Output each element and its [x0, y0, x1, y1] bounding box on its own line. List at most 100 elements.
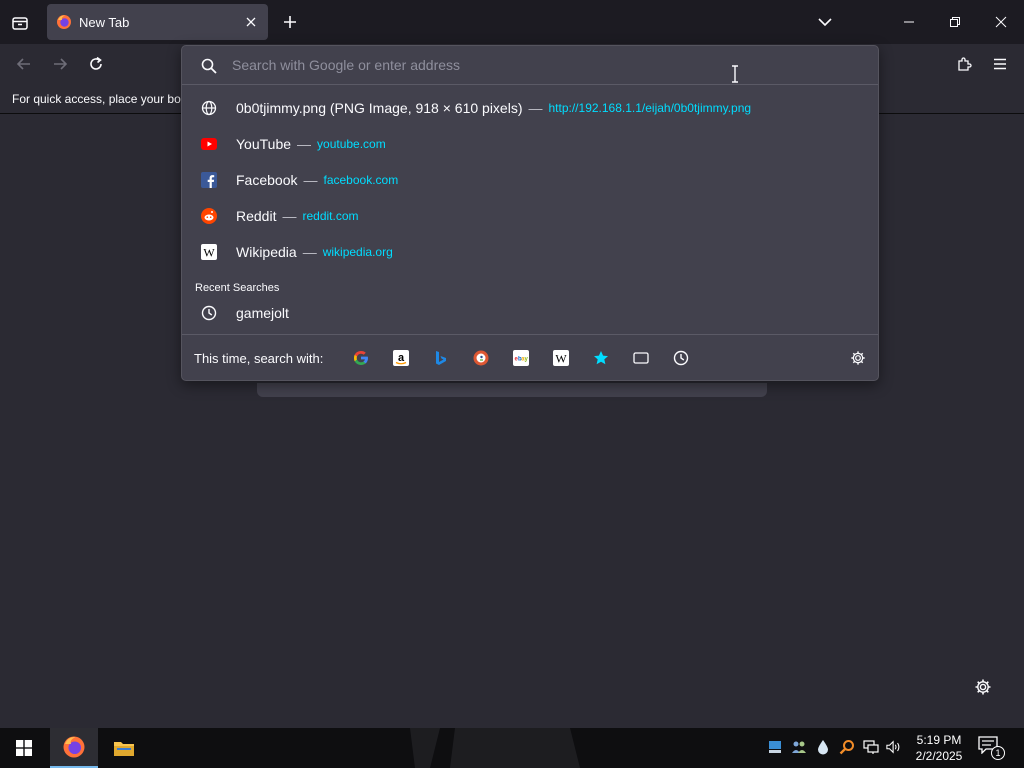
tab-icon: [633, 352, 649, 364]
folder-icon: [114, 742, 134, 756]
forward-button[interactable]: [48, 52, 72, 76]
volume-icon[interactable]: [886, 739, 902, 755]
restore-icon: [950, 17, 960, 27]
urlbar-result[interactable]: W Wikipedia — wikipedia.org: [186, 235, 874, 269]
tabs-search-button[interactable]: [632, 349, 650, 367]
duckduckgo-engine-button[interactable]: [472, 349, 490, 367]
result-separator: —: [528, 100, 543, 116]
firefox-icon: [63, 736, 85, 758]
new-tab-button[interactable]: [279, 11, 301, 33]
svg-text:W: W: [203, 246, 215, 260]
back-arrow-icon: [16, 58, 30, 70]
newtab-search-box[interactable]: [257, 383, 767, 397]
result-url: youtube.com: [317, 137, 386, 151]
tray-drop-icon[interactable]: [815, 739, 831, 755]
result-separator: —: [302, 244, 317, 260]
text-cursor-icon: [732, 65, 738, 83]
personalize-newtab-button[interactable]: [973, 677, 993, 697]
tray-search-icon[interactable]: [839, 739, 855, 755]
facebook-icon: [200, 171, 218, 189]
chevron-down-icon: [818, 18, 832, 27]
result-separator: —: [282, 208, 297, 224]
result-url: wikipedia.org: [322, 245, 393, 259]
amazon-engine-button[interactable]: a: [392, 349, 410, 367]
reddit-icon: [200, 207, 218, 225]
list-all-tabs-button[interactable]: [814, 11, 836, 33]
urlbar-result[interactable]: Reddit — reddit.com: [186, 199, 874, 233]
urlbar-result[interactable]: YouTube — youtube.com: [186, 127, 874, 161]
network-icon[interactable]: [863, 739, 879, 755]
bookmarks-empty-message: For quick access, place your boc: [12, 92, 187, 106]
wallpaper-glimpse: [410, 728, 580, 768]
recent-search-item[interactable]: gamejolt: [186, 296, 874, 330]
result-title: YouTube: [236, 136, 292, 152]
bing-icon: [436, 351, 446, 365]
result-title: Facebook: [236, 172, 298, 188]
bing-engine-button[interactable]: [432, 349, 450, 367]
search-settings-button[interactable]: [849, 349, 867, 367]
search-icon: [201, 58, 217, 74]
history-icon: [673, 350, 689, 366]
tab-strip: New Tab: [0, 0, 1024, 44]
svg-text:a: a: [398, 352, 405, 364]
firefox-icon: [57, 15, 71, 29]
amazon-icon: a: [393, 350, 409, 366]
reload-button[interactable]: [84, 52, 108, 76]
tab-close-button[interactable]: [242, 13, 260, 31]
bookmarks-search-button[interactable]: [592, 349, 610, 367]
tray-display-icon[interactable]: [767, 739, 783, 755]
window-close-button[interactable]: [978, 0, 1024, 44]
result-separator: —: [303, 172, 318, 188]
back-button[interactable]: [12, 52, 36, 76]
minimize-icon: [904, 21, 914, 23]
tray-users-icon[interactable]: [791, 739, 807, 755]
taskbar-firefox[interactable]: [50, 728, 98, 768]
history-search-button[interactable]: [672, 349, 690, 367]
firefox-view-button[interactable]: [8, 11, 32, 35]
plus-icon: [284, 16, 296, 28]
urlbar-result[interactable]: 0b0tjimmy.png (PNG Image, 918 × 610 pixe…: [186, 91, 874, 125]
ebay-engine-button[interactable]: e b a y: [512, 349, 530, 367]
result-url: http://192.168.1.1/eijah/0b0tjimmy.png: [548, 101, 752, 115]
minimize-button[interactable]: [886, 0, 932, 44]
action-center-button[interactable]: 1: [978, 736, 1006, 760]
windows-taskbar: 5:19 PM 2/2/2025 1: [0, 728, 1024, 768]
ebay-icon: e b a y: [513, 350, 529, 366]
result-separator: —: [297, 136, 312, 152]
url-input[interactable]: [232, 54, 832, 76]
svg-text:W: W: [555, 352, 567, 366]
recent-search-title: gamejolt: [236, 305, 289, 321]
search-one-offs: This time, search with: a e b a y W: [182, 334, 878, 380]
result-title: Reddit: [236, 208, 277, 224]
result-title: 0b0tjimmy.png (PNG Image, 918 × 610 pixe…: [236, 100, 523, 116]
globe-icon: [200, 99, 218, 117]
urlbar: [182, 46, 878, 85]
notification-count-badge: 1: [991, 746, 1005, 760]
forward-arrow-icon: [54, 58, 68, 70]
youtube-icon: [200, 135, 218, 153]
duckduckgo-icon: [473, 350, 489, 366]
gear-icon: [975, 679, 991, 695]
tab-new-tab[interactable]: New Tab: [47, 4, 268, 40]
close-icon: [995, 16, 1007, 28]
history-icon: [200, 304, 218, 322]
tab-title: New Tab: [79, 14, 130, 30]
reload-icon: [90, 56, 102, 70]
wikipedia-engine-button[interactable]: W: [552, 349, 570, 367]
taskbar-file-explorer[interactable]: [100, 728, 148, 768]
google-icon: [354, 351, 368, 365]
urlbar-result[interactable]: Facebook — facebook.com: [186, 163, 874, 197]
start-button[interactable]: [0, 728, 48, 768]
gear-icon: [851, 351, 865, 365]
system-clock[interactable]: 5:19 PM 2/2/2025: [905, 732, 973, 764]
restore-button[interactable]: [932, 0, 978, 44]
app-menu-button[interactable]: [988, 52, 1012, 76]
one-off-label: This time, search with:: [194, 351, 324, 366]
result-url: reddit.com: [302, 209, 359, 223]
google-engine-button[interactable]: [352, 349, 370, 367]
result-url: facebook.com: [323, 173, 399, 187]
clock-time: 5:19 PM: [916, 733, 962, 747]
firefox-view-icon: [12, 17, 28, 30]
extensions-button[interactable]: [952, 52, 976, 76]
wikipedia-icon: W: [553, 350, 569, 366]
